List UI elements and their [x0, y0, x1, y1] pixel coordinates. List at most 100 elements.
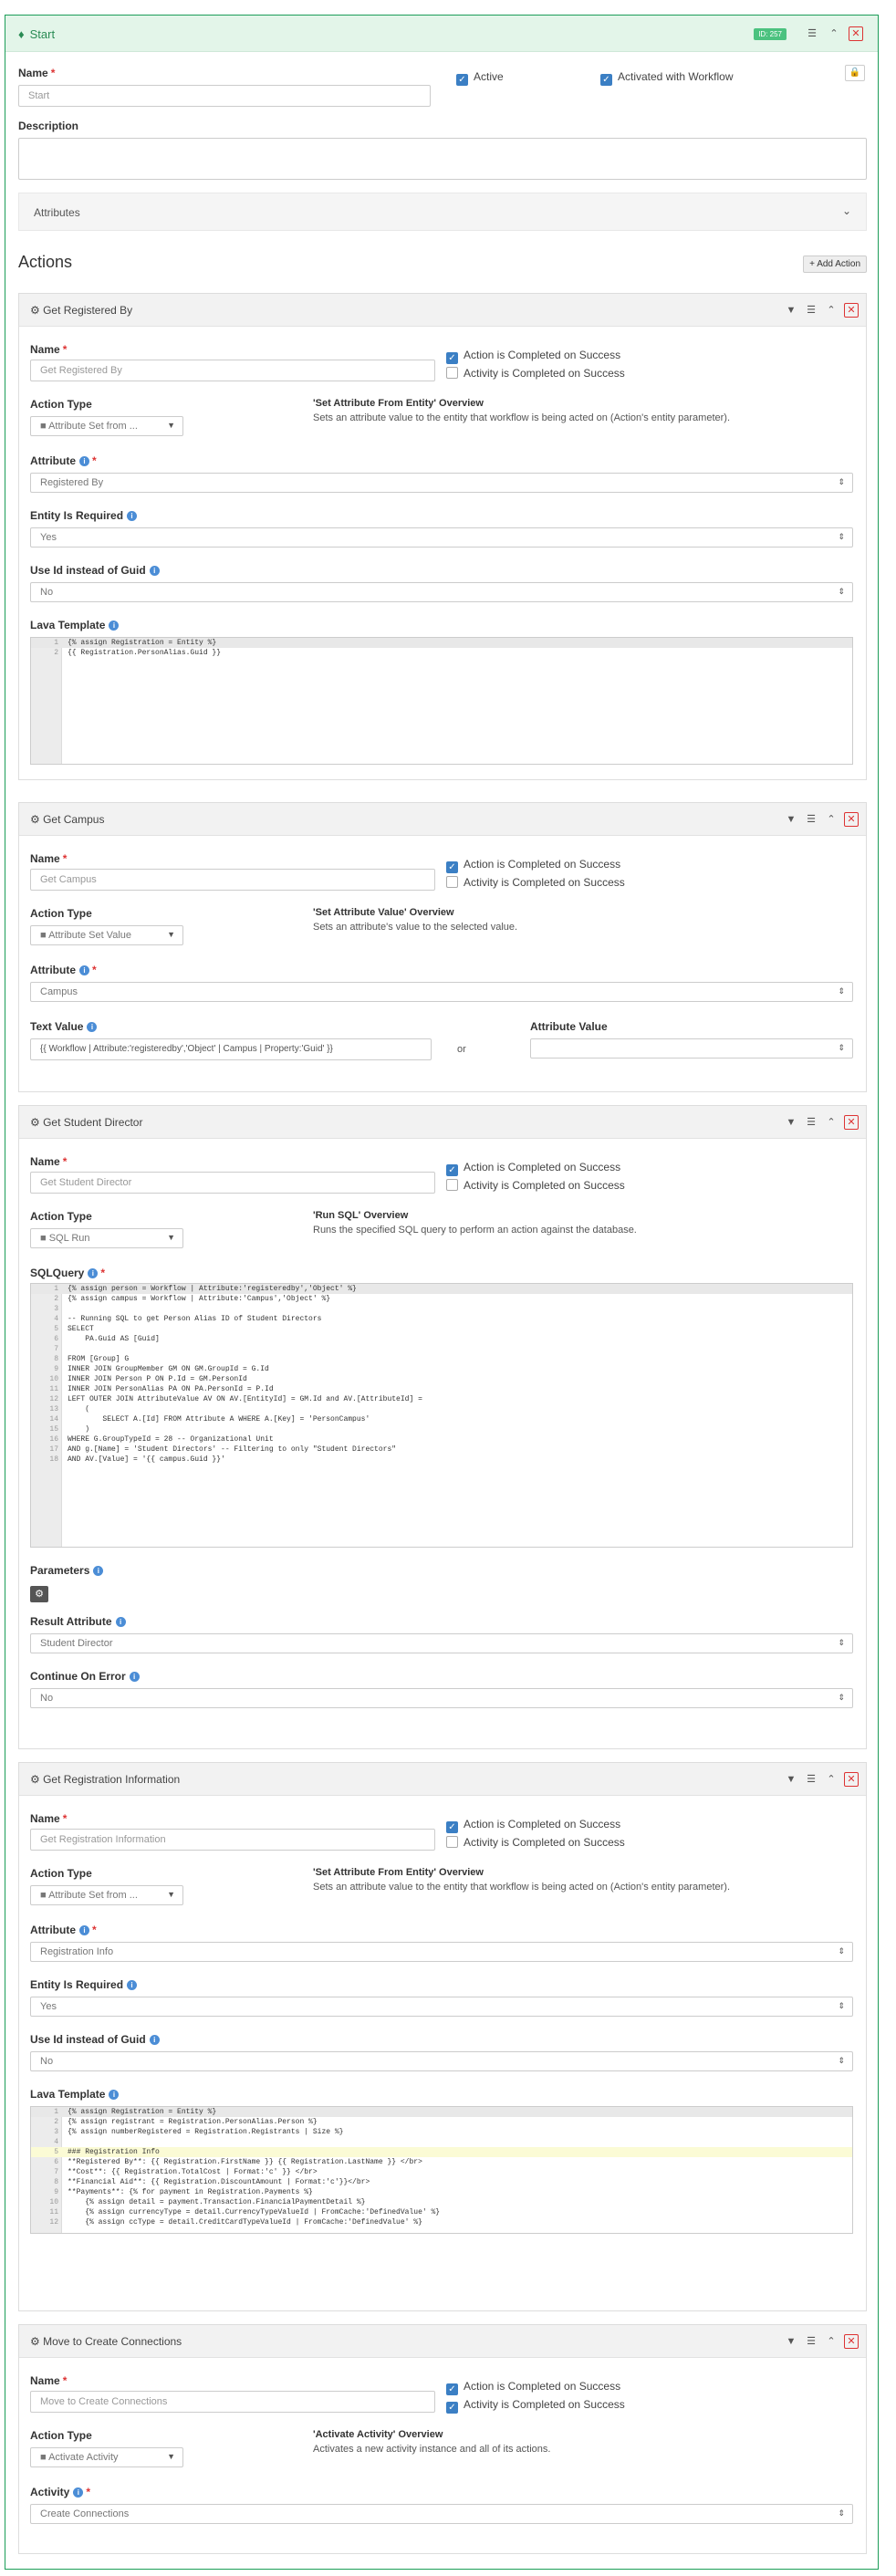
action-card-header[interactable]: ⚙ Get Registration Information ▼ ☰ ⌃ ✕ [19, 1763, 866, 1796]
description-textarea[interactable] [18, 138, 867, 180]
reorder-icon[interactable]: ☰ [804, 303, 818, 318]
action-type-picker[interactable]: ■ Attribute Set from ... ▼ [30, 416, 183, 436]
info-icon[interactable]: i [88, 1268, 99, 1278]
action-name-input[interactable]: Get Campus [30, 869, 435, 891]
attribute-select[interactable]: Registration Info ⇕ [30, 1942, 853, 1962]
activated-with-workflow-checkbox[interactable]: ✓ Activated with Workflow [600, 70, 734, 86]
close-icon[interactable]: ✕ [844, 812, 859, 827]
entity-required-select[interactable]: Yes ⇕ [30, 527, 853, 548]
reorder-icon[interactable]: ☰ [804, 1772, 818, 1787]
info-icon[interactable]: i [129, 1672, 140, 1682]
info-icon[interactable]: i [149, 566, 160, 576]
parameters-settings-button[interactable]: ⚙ [30, 1586, 48, 1602]
activity-header[interactable]: ♦ Start ID: 257 ☰ ⌃ ✕ [5, 16, 878, 52]
chevron-down-icon[interactable]: ⌄ [842, 204, 851, 217]
result-attribute-select[interactable]: Student Director ⇕ [30, 1633, 853, 1653]
attribute-select[interactable]: Campus ⇕ [30, 982, 853, 1002]
action-type-picker[interactable]: ■ SQL Run ▼ [30, 1228, 183, 1248]
filter-icon[interactable]: ▼ [784, 303, 798, 318]
reorder-icon[interactable]: ☰ [804, 812, 818, 827]
activity-name-input[interactable]: Start [18, 85, 431, 107]
close-icon[interactable]: ✕ [844, 303, 859, 318]
action-name-input[interactable]: Get Student Director [30, 1172, 435, 1194]
activity-completed-checkbox[interactable]: Activity is Completed on Success [446, 367, 625, 380]
info-icon[interactable]: i [127, 1980, 138, 1990]
reorder-icon[interactable]: ☰ [805, 26, 819, 41]
active-checkbox[interactable]: ✓ Active [456, 70, 504, 86]
close-icon[interactable]: ✕ [844, 1772, 859, 1787]
action-card-header[interactable]: ⚙ Move to Create Connections ▼ ☰ ⌃ ✕ [19, 2325, 866, 2358]
code-text: INNER JOIN Person P ON P.Id = GM.PersonI… [68, 1375, 247, 1383]
attributes-section[interactable]: Attributes ⌄ [18, 193, 867, 231]
action-name-input[interactable]: Get Registration Information [30, 1829, 435, 1851]
close-icon[interactable]: ✕ [844, 1115, 859, 1130]
info-icon[interactable]: i [79, 1925, 89, 1935]
action-type-picker[interactable]: ■ Attribute Set from ... ▼ [30, 1885, 183, 1905]
filter-icon[interactable]: ▼ [784, 1772, 798, 1787]
action-card-header[interactable]: ⚙ Get Registered By ▼ ☰ ⌃ ✕ [19, 294, 866, 327]
name-label-text: Name [30, 1155, 60, 1168]
action-type-value: Attribute Set Value [48, 930, 131, 941]
code-text: INNER JOIN PersonAlias PA ON PA.PersonId… [68, 1385, 274, 1393]
chevron-up-icon[interactable]: ⌃ [824, 812, 839, 827]
chevron-up-icon[interactable]: ⌃ [824, 1115, 839, 1130]
activity-select[interactable]: Create Connections ⇕ [30, 2504, 853, 2524]
info-icon[interactable]: i [127, 511, 138, 521]
attribute-value-select[interactable]: ⇕ [530, 1038, 853, 1059]
action-completed-checkbox[interactable]: ✓ Action is Completed on Success [446, 1161, 620, 1176]
action-card-header[interactable]: ⚙ Get Student Director ▼ ☰ ⌃ ✕ [19, 1106, 866, 1139]
chevron-up-icon[interactable]: ⌃ [824, 303, 839, 318]
sql-code-editor[interactable]: 1 {% assign person = Workflow | Attribute… [30, 1283, 853, 1548]
info-icon[interactable]: i [73, 2487, 84, 2498]
continue-error-select[interactable]: No ⇕ [30, 1688, 853, 1708]
reorder-icon[interactable]: ☰ [804, 1115, 818, 1130]
filter-icon[interactable]: ▼ [784, 1115, 798, 1130]
use-id-select[interactable]: No ⇕ [30, 2051, 853, 2071]
required-marker: * [92, 1924, 97, 1936]
info-icon[interactable]: i [79, 965, 89, 975]
activity-completed-checkbox[interactable]: Activity is Completed on Success [446, 1836, 625, 1849]
activity-completed-checkbox[interactable]: ✓ Activity is Completed on Success [446, 2398, 625, 2414]
activity-completed-checkbox[interactable]: Activity is Completed on Success [446, 876, 625, 889]
action-completed-checkbox[interactable]: ✓ Action is Completed on Success [446, 1818, 620, 1833]
chevron-up-icon[interactable]: ⌃ [827, 26, 841, 41]
action-name-input[interactable]: Get Registered By [30, 360, 435, 381]
info-icon[interactable]: i [87, 1022, 98, 1032]
lava-code-editor[interactable]: 1 {% assign Registration = Entity %} 2 {% a… [30, 2106, 853, 2234]
info-icon[interactable]: i [109, 621, 120, 631]
action-type-picker[interactable]: ■ Activate Activity ▼ [30, 2447, 183, 2467]
attribute-value: Campus [40, 986, 78, 997]
info-icon[interactable]: i [115, 1617, 126, 1627]
info-icon[interactable]: i [149, 2035, 160, 2045]
action-completed-checkbox[interactable]: ✓ Action is Completed on Success [446, 2380, 620, 2395]
action-card-header[interactable]: ⚙ Get Campus ▼ ☰ ⌃ ✕ [19, 803, 866, 836]
name-label-text: Name [30, 2374, 60, 2387]
action-completed-checkbox[interactable]: ✓ Action is Completed on Success [446, 858, 620, 873]
action-type-value: SQL Run [48, 1233, 90, 1244]
entity-required-select[interactable]: Yes ⇕ [30, 1997, 853, 2017]
lava-code-editor[interactable]: 1 {% assign Registration = Entity %} 2{{ … [30, 637, 853, 765]
activity-completed-checkbox[interactable]: Activity is Completed on Success [446, 1179, 625, 1192]
chevron-up-icon[interactable]: ⌃ [824, 2334, 839, 2349]
attribute-label-text: Attribute [30, 964, 76, 976]
close-icon[interactable]: ✕ [849, 26, 863, 41]
workflow-activity-panel: ♦ Start ID: 257 ☰ ⌃ ✕ Name * Start ✓ Active… [5, 15, 879, 2570]
filter-icon[interactable]: ▼ [784, 812, 798, 827]
use-id-select[interactable]: No ⇕ [30, 582, 853, 602]
info-icon[interactable]: i [93, 1566, 104, 1576]
action-completed-checkbox[interactable]: ✓ Action is Completed on Success [446, 349, 620, 364]
action-name-input[interactable]: Move to Create Connections [30, 2391, 435, 2413]
attribute-value: Registered By [40, 477, 104, 488]
chevron-up-icon[interactable]: ⌃ [824, 1772, 839, 1787]
info-icon[interactable]: i [109, 2090, 120, 2100]
add-action-button[interactable]: + Add Action [803, 256, 867, 273]
attribute-select[interactable]: Registered By ⇕ [30, 473, 853, 493]
filter-icon[interactable]: ▼ [784, 2334, 798, 2349]
reorder-icon[interactable]: ☰ [804, 2334, 818, 2349]
info-icon[interactable]: i [79, 456, 89, 466]
close-icon[interactable]: ✕ [844, 2334, 859, 2349]
code-text: **Cost**: {{ Registration.TotalCost | Fo… [68, 2168, 318, 2176]
lock-icon[interactable]: 🔒 [845, 65, 865, 81]
text-value-input[interactable]: {{ Workflow | Attribute:'registeredby','… [30, 1038, 432, 1060]
action-type-picker[interactable]: ■ Attribute Set Value ▼ [30, 925, 183, 945]
